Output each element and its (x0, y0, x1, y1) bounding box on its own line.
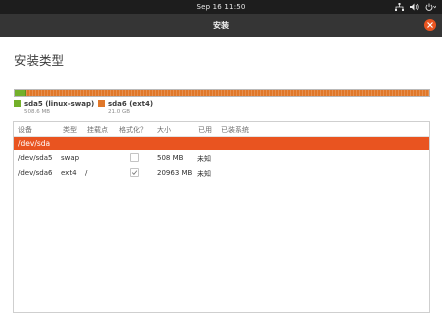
cell-size: 508 MB (157, 154, 184, 162)
cell-used: 未知 (197, 170, 211, 178)
cell-mount: / (85, 169, 88, 177)
column-header-mount[interactable]: 挂载点 (87, 125, 108, 135)
window-title: 安装 (213, 21, 229, 30)
column-header-type[interactable]: 类型 (63, 125, 77, 135)
swatch-ext4 (98, 100, 105, 107)
close-icon (427, 22, 433, 28)
partition-bar (14, 89, 430, 97)
device-group-label: /dev/sda (18, 139, 51, 148)
system-tray[interactable] (395, 2, 436, 12)
legend-name: sda5 (linux-swap) (24, 100, 95, 108)
window-titlebar: 安装 (0, 14, 442, 37)
format-checkbox[interactable] (130, 153, 139, 162)
partition-segment-swap (15, 90, 26, 96)
column-header-size[interactable]: 大小 (157, 125, 171, 135)
legend-item-sda6: sda6 (ext4) 21.0 GB (98, 100, 153, 115)
table-header: 设备 类型 挂载点 格式化？ 大小 已用 已装系统 (14, 122, 429, 137)
cell-type: swap (61, 154, 80, 162)
column-header-device[interactable]: 设备 (18, 125, 32, 135)
column-header-used[interactable]: 已用 (198, 125, 212, 135)
table-row[interactable]: /dev/sda5 swap 508 MB 未知 (14, 151, 429, 165)
cell-device: /dev/sda6 (18, 169, 53, 177)
cell-used: 未知 (197, 155, 211, 163)
column-header-format[interactable]: 格式化？ (119, 125, 147, 135)
column-header-system[interactable]: 已装系统 (221, 125, 249, 135)
power-icon[interactable] (425, 3, 436, 11)
table-row-selected[interactable]: /dev/sda (14, 137, 429, 150)
checkmark-icon (131, 170, 138, 175)
legend-name: sda6 (ext4) (108, 100, 154, 108)
volume-icon[interactable] (410, 3, 419, 11)
legend-size: 21.0 GB (108, 109, 131, 115)
partition-table[interactable]: 设备 类型 挂载点 格式化？ 大小 已用 已装系统 /dev/sda /dev/… (13, 121, 430, 313)
top-panel: Sep 16 11:50 (0, 0, 442, 14)
cell-device: /dev/sda5 (18, 154, 53, 162)
legend-size: 508.6 MB (24, 109, 51, 115)
clock[interactable]: Sep 16 11:50 (0, 3, 442, 11)
format-checkbox[interactable] (130, 168, 139, 177)
partition-segment-ext4 (25, 90, 429, 96)
close-button[interactable] (424, 19, 436, 31)
legend-item-sda5: sda5 (linux-swap) 508.6 MB (14, 100, 94, 115)
table-row[interactable]: /dev/sda6 ext4 / 20963 MB 未知 (14, 166, 429, 180)
page-title: 安装类型 (14, 53, 65, 68)
cell-size: 20963 MB (157, 169, 193, 177)
swatch-swap (14, 100, 21, 107)
cell-type: ext4 (61, 169, 77, 177)
network-icon[interactable] (395, 3, 404, 11)
